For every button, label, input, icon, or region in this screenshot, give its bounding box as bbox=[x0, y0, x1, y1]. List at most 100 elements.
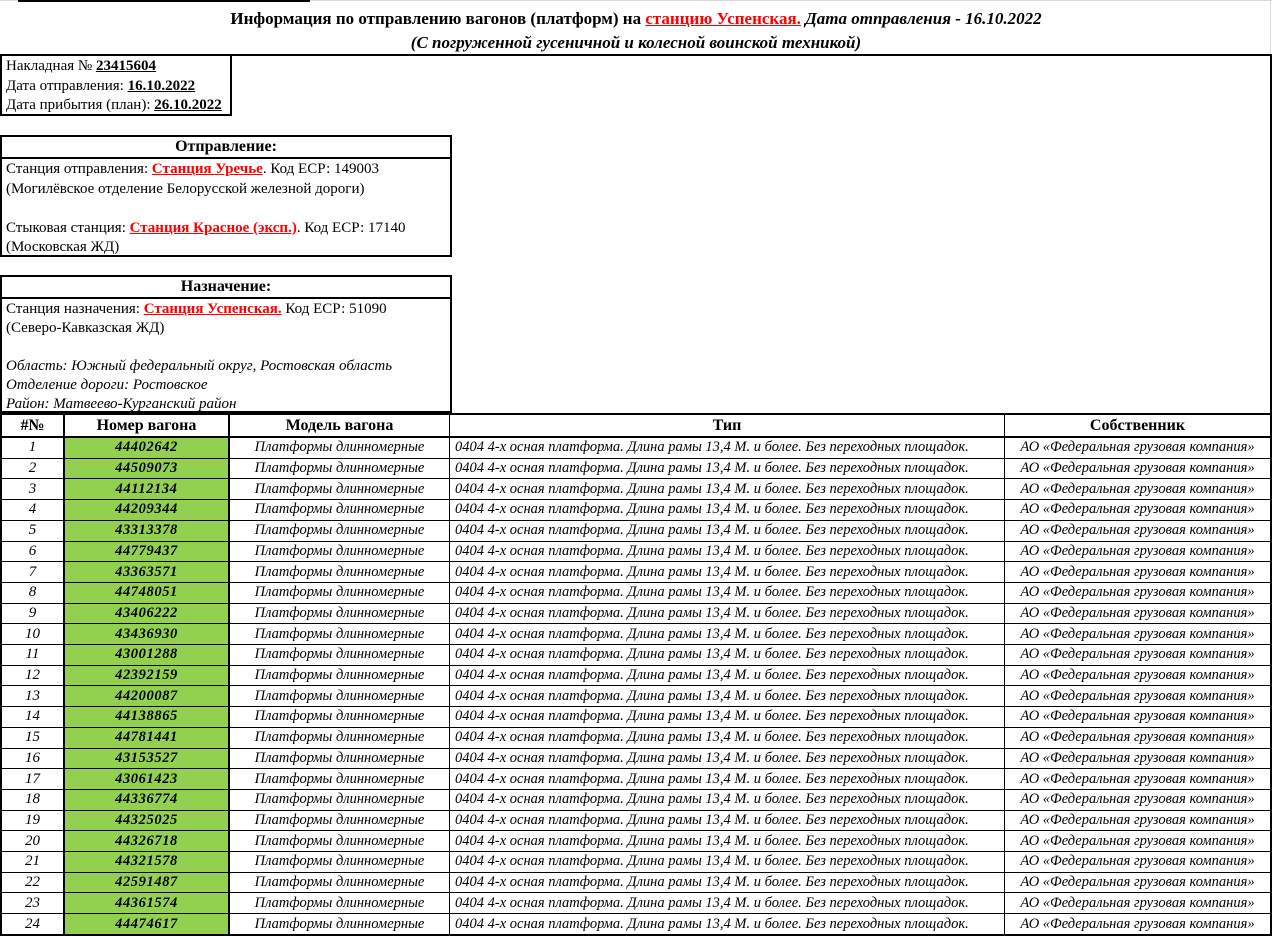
table-row: 844748051Платформы длинномерные0404 4-х … bbox=[2, 583, 1270, 604]
row-index-cell: 10 bbox=[2, 624, 65, 644]
wagon-owner-cell: АО «Федеральная грузовая компания» bbox=[1005, 811, 1270, 831]
title-line-1: Информация по отправлению вагонов (платф… bbox=[0, 7, 1272, 31]
row-index-cell: 7 bbox=[2, 562, 65, 582]
wagon-owner-cell: АО «Федеральная грузовая компания» bbox=[1005, 873, 1270, 893]
wagon-number-cell: 43436930 bbox=[65, 624, 230, 644]
destination-station-code: Код ЕСР: 51090 bbox=[282, 301, 387, 317]
wagon-type-cell: 0404 4-х осная платформа. Длина рамы 13,… bbox=[450, 604, 1005, 624]
junction-road-note: (Московская ЖД) bbox=[6, 238, 448, 258]
wagon-model-cell: Платформы длинномерные bbox=[230, 893, 450, 913]
wagon-model-cell: Платформы длинномерные bbox=[230, 790, 450, 810]
wagon-model-cell: Платформы длинномерные bbox=[230, 707, 450, 727]
wagon-model-cell: Платформы длинномерные bbox=[230, 500, 450, 520]
wagon-owner-cell: АО «Федеральная грузовая компания» bbox=[1005, 769, 1270, 789]
title-departure-date: Дата отправления - 16.10.2022 bbox=[801, 9, 1042, 28]
departure-box-header: Отправление: bbox=[2, 137, 450, 159]
wagon-type-cell: 0404 4-х осная платформа. Длина рамы 13,… bbox=[450, 707, 1005, 727]
wagon-owner-cell: АО «Федеральная грузовая компания» bbox=[1005, 790, 1270, 810]
wagon-owner-cell: АО «Федеральная грузовая компания» bbox=[1005, 852, 1270, 872]
departure-station-link: Станция Уречье bbox=[152, 161, 263, 177]
waybill-number-line: Накладная № 23415604 bbox=[6, 57, 228, 77]
wagon-owner-cell: АО «Федеральная грузовая компания» bbox=[1005, 438, 1270, 458]
row-index-cell: 23 bbox=[2, 893, 65, 913]
wagon-type-cell: 0404 4-х осная платформа. Длина рамы 13,… bbox=[450, 852, 1005, 872]
table-row: 1444138865Платформы длинномерные0404 4-х… bbox=[2, 707, 1270, 728]
wagon-type-cell: 0404 4-х осная платформа. Длина рамы 13,… bbox=[450, 438, 1005, 458]
destination-box-header: Назначение: bbox=[2, 277, 450, 299]
arrival-date-line: Дата прибытия (план): 26.10.2022 bbox=[6, 96, 228, 116]
table-row: 1043436930Платформы длинномерные0404 4-х… bbox=[2, 624, 1270, 645]
destination-road-division: Отделение дороги: Ростовское bbox=[6, 376, 448, 395]
table-row: 244509073Платформы длинномерные0404 4-х … bbox=[2, 459, 1270, 480]
table-row: 743363571Платформы длинномерные0404 4-х … bbox=[2, 562, 1270, 583]
wagon-type-cell: 0404 4-х осная платформа. Длина рамы 13,… bbox=[450, 873, 1005, 893]
table-row: 444209344Платформы длинномерные0404 4-х … bbox=[2, 500, 1270, 521]
table-row: 1143001288Платформы длинномерные0404 4-х… bbox=[2, 645, 1270, 666]
wagon-number-cell: 44321578 bbox=[65, 852, 230, 872]
table-row: 1544781441Платформы длинномерные0404 4-х… bbox=[2, 728, 1270, 749]
title-top-border bbox=[18, 0, 310, 2]
table-row: 943406222Платформы длинномерные0404 4-х … bbox=[2, 604, 1270, 625]
wagon-model-cell: Платформы длинномерные bbox=[230, 562, 450, 582]
row-index-cell: 19 bbox=[2, 811, 65, 831]
departure-station-code: . Код ЕСР: 149003 bbox=[263, 161, 379, 177]
table-row: 644779437Платформы длинномерные0404 4-х … bbox=[2, 542, 1270, 563]
junction-station-line: Стыковая станция: Станция Красное (эксп.… bbox=[6, 219, 448, 239]
wagon-model-cell: Платформы длинномерные bbox=[230, 686, 450, 706]
wagon-model-cell: Платформы длинномерные bbox=[230, 479, 450, 499]
table-row: 543313378Платформы длинномерные0404 4-х … bbox=[2, 521, 1270, 542]
wagon-owner-cell: АО «Федеральная грузовая компания» bbox=[1005, 583, 1270, 603]
wagon-owner-cell: АО «Федеральная грузовая компания» bbox=[1005, 604, 1270, 624]
destination-box: Назначение: Станция назначения: Станция … bbox=[0, 275, 452, 413]
wagon-type-cell: 0404 4-х осная платформа. Длина рамы 13,… bbox=[450, 831, 1005, 851]
departure-station-label: Станция отправления: bbox=[6, 161, 152, 177]
wagon-model-cell: Платформы длинномерные bbox=[230, 604, 450, 624]
wagon-model-cell: Платформы длинномерные bbox=[230, 521, 450, 541]
wagon-model-cell: Платформы длинномерные bbox=[230, 728, 450, 748]
wagon-owner-cell: АО «Федеральная грузовая компания» bbox=[1005, 707, 1270, 727]
wagon-owner-cell: АО «Федеральная грузовая компания» bbox=[1005, 666, 1270, 686]
destination-station-line: Станция назначения: Станция Успенская. К… bbox=[6, 300, 448, 319]
wagon-number-cell: 44326718 bbox=[65, 831, 230, 851]
departure-date-label: Дата отправления: bbox=[6, 78, 128, 94]
header-wagon-model: Модель вагона bbox=[230, 415, 450, 436]
wagon-model-cell: Платформы длинномерные bbox=[230, 749, 450, 769]
wagon-model-cell: Платформы длинномерные bbox=[230, 811, 450, 831]
departure-station-line: Станция отправления: Станция Уречье. Код… bbox=[6, 160, 448, 180]
table-row: 344112134Платформы длинномерные0404 4-х … bbox=[2, 479, 1270, 500]
wagon-owner-cell: АО «Федеральная грузовая компания» bbox=[1005, 562, 1270, 582]
wagon-model-cell: Платформы длинномерные bbox=[230, 873, 450, 893]
row-index-cell: 6 bbox=[2, 542, 65, 562]
table-row: 2344361574Платформы длинномерные0404 4-х… bbox=[2, 893, 1270, 914]
wagon-owner-cell: АО «Федеральная грузовая компания» bbox=[1005, 749, 1270, 769]
waybill-number-value: 23415604 bbox=[96, 58, 156, 74]
row-index-cell: 20 bbox=[2, 831, 65, 851]
wagon-type-cell: 0404 4-х осная платформа. Длина рамы 13,… bbox=[450, 914, 1005, 934]
departure-date-value: 16.10.2022 bbox=[128, 78, 196, 94]
junction-station-code: . Код ЕСР: 17140 bbox=[297, 220, 406, 236]
wagon-type-cell: 0404 4-х осная платформа. Длина рамы 13,… bbox=[450, 542, 1005, 562]
wagon-owner-cell: АО «Федеральная грузовая компания» bbox=[1005, 914, 1270, 934]
wagon-owner-cell: АО «Федеральная грузовая компания» bbox=[1005, 479, 1270, 499]
wagon-model-cell: Платформы длинномерные bbox=[230, 914, 450, 934]
shipment-info-document: Информация по отправлению вагонов (платф… bbox=[0, 0, 1280, 936]
document-title: Информация по отправлению вагонов (платф… bbox=[0, 7, 1272, 55]
wagon-type-cell: 0404 4-х осная платформа. Длина рамы 13,… bbox=[450, 562, 1005, 582]
wagon-model-cell: Платформы длинномерные bbox=[230, 459, 450, 479]
row-index-cell: 21 bbox=[2, 852, 65, 872]
waybill-number-label: Накладная № bbox=[6, 58, 96, 74]
wagon-number-cell: 43001288 bbox=[65, 645, 230, 665]
wagon-number-cell: 44509073 bbox=[65, 459, 230, 479]
table-row: 144402642Платформы длинномерные0404 4-х … bbox=[2, 438, 1270, 459]
wagon-type-cell: 0404 4-х осная платформа. Длина рамы 13,… bbox=[450, 686, 1005, 706]
departure-road-note: (Могилёвское отделение Белорусской желез… bbox=[6, 180, 448, 200]
wagon-number-cell: 44209344 bbox=[65, 500, 230, 520]
wagon-number-cell: 44138865 bbox=[65, 707, 230, 727]
wagon-type-cell: 0404 4-х осная платформа. Длина рамы 13,… bbox=[450, 893, 1005, 913]
wagon-type-cell: 0404 4-х осная платформа. Длина рамы 13,… bbox=[450, 811, 1005, 831]
row-index-cell: 4 bbox=[2, 500, 65, 520]
row-index-cell: 14 bbox=[2, 707, 65, 727]
wagon-owner-cell: АО «Федеральная грузовая компания» bbox=[1005, 459, 1270, 479]
table-row: 2444474617Платформы длинномерные0404 4-х… bbox=[2, 914, 1270, 934]
destination-oblast: Область: Южный федеральный округ, Ростов… bbox=[6, 357, 448, 376]
